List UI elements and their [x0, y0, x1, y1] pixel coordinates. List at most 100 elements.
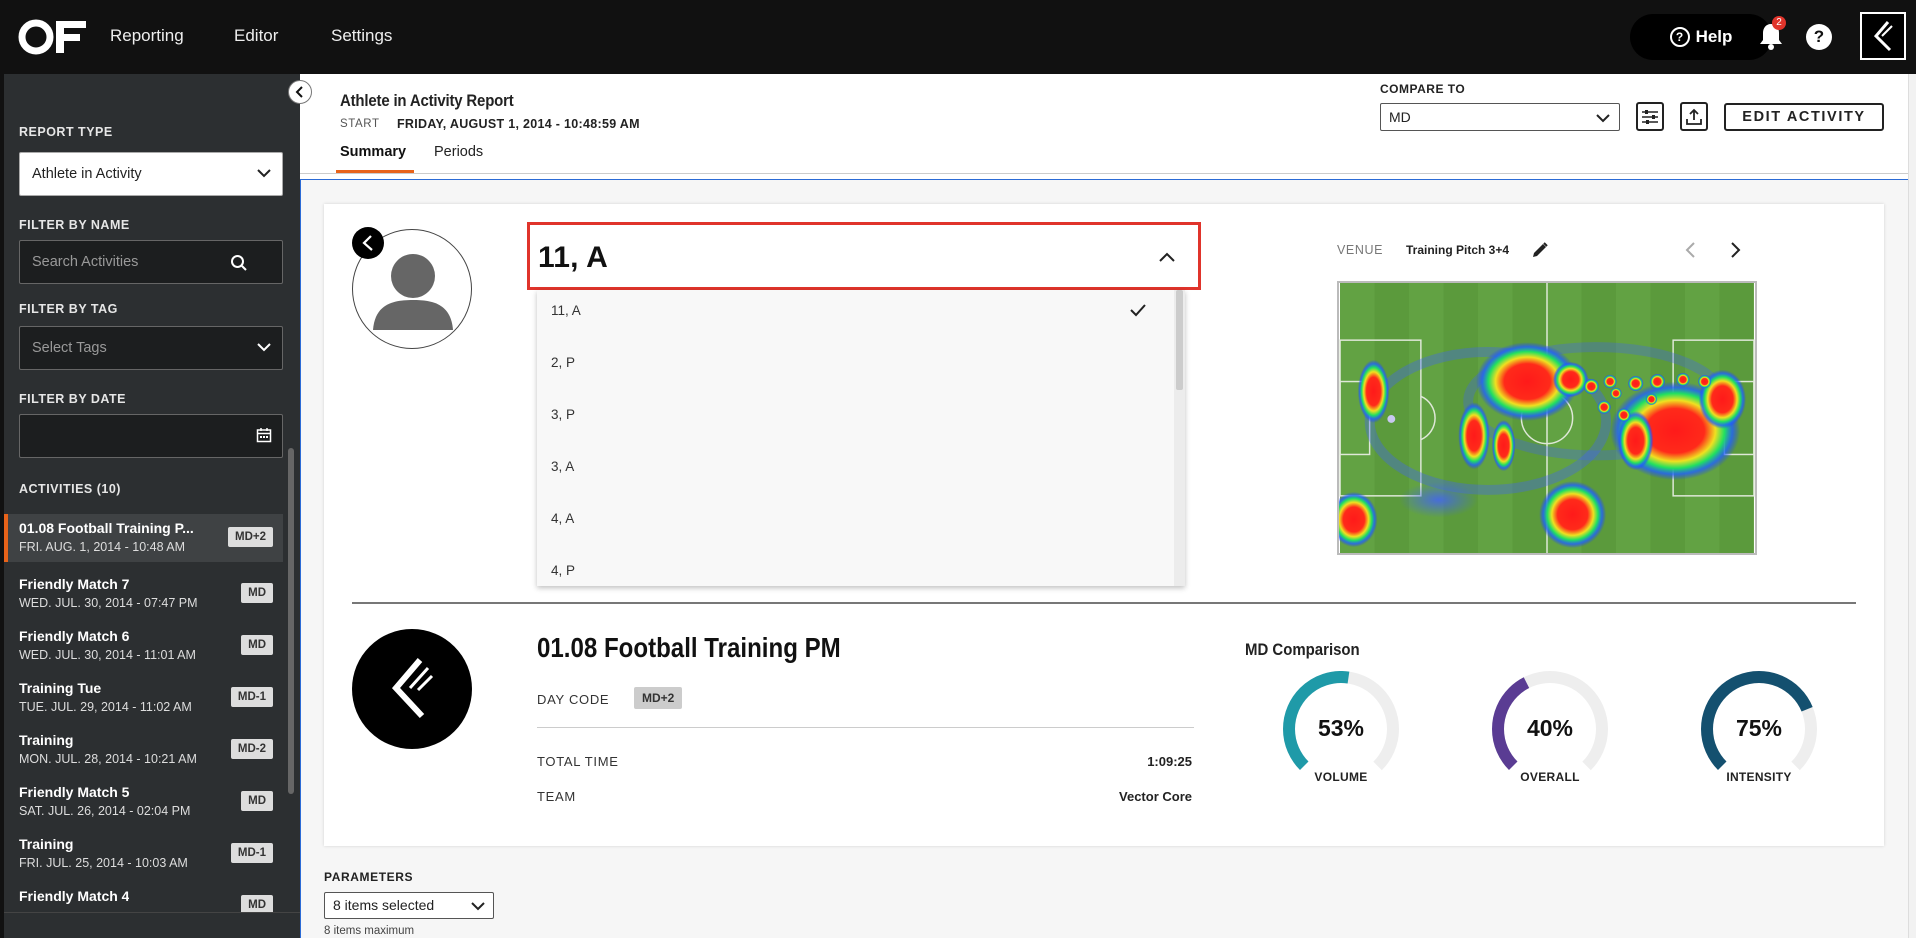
dropdown-scroll-thumb[interactable] [1176, 290, 1183, 390]
calendar-icon[interactable] [256, 427, 272, 443]
export-button[interactable] [1680, 102, 1708, 131]
comparison-title: MD Comparison [1245, 640, 1360, 659]
team-label: TEAM [537, 789, 576, 804]
activity-date: WED. JUL. 30, 2014 - 07:47 PM [19, 596, 198, 610]
activity-title: Friendly Match 5 [19, 784, 130, 800]
activity-item[interactable]: Friendly Match 5 SAT. JUL. 26, 2014 - 02… [4, 778, 283, 826]
help-button[interactable]: ? Help [1630, 14, 1772, 60]
nav-settings[interactable]: Settings [331, 26, 392, 46]
search-placeholder: Search Activities [32, 254, 139, 270]
chevron-down-icon [471, 902, 485, 911]
activity-day-code: MD+2 [228, 527, 273, 547]
activity-date: FRI. AUG. 1, 2014 - 10:48 AM [19, 540, 186, 554]
team-logo-icon [391, 658, 434, 719]
chevron-left-icon[interactable] [1684, 241, 1698, 259]
activity-item[interactable]: Training Tue TUE. JUL. 29, 2014 - 11:02 … [4, 674, 283, 722]
sidebar-footer [4, 912, 300, 938]
heatmap-pitch [1337, 281, 1757, 555]
activity-item[interactable]: Friendly Match 6 WED. JUL. 30, 2014 - 11… [4, 622, 283, 670]
athlete-option[interactable]: 4, A [551, 511, 574, 526]
athlete-option[interactable]: 3, P [551, 407, 575, 422]
header-divider [300, 173, 1908, 174]
start-value: FRIDAY, AUGUST 1, 2014 - 10:48:59 AM [397, 117, 640, 131]
venue-value: Training Pitch 3+4 [1406, 243, 1510, 257]
search-icon[interactable] [230, 254, 248, 272]
athlete-dropdown-list: 11, A 2, P 3, P 3, A 4, A 4, P [537, 290, 1185, 586]
compare-to-value: MD [1389, 109, 1411, 125]
activity-date: FRI. JUL. 25, 2014 - 10:03 AM [19, 856, 188, 870]
athlete-select[interactable]: 11, A [527, 222, 1201, 290]
nav-reporting[interactable]: Reporting [110, 26, 184, 46]
athlete-selected-value: 11, A [538, 241, 608, 274]
filter-settings-button[interactable] [1636, 102, 1664, 131]
activity-item[interactable]: Friendly Match 7 WED. JUL. 30, 2014 - 07… [4, 570, 283, 618]
activity-title: 01.08 Football Training P... [19, 520, 194, 536]
brand-mark-icon [362, 235, 373, 251]
activity-title: Training [19, 732, 74, 748]
parameters-select[interactable]: 8 items selected [324, 892, 494, 919]
brand-menu-button[interactable] [1860, 12, 1906, 60]
activity-item-selected[interactable]: 01.08 Football Training P... FRI. AUG. 1… [4, 514, 283, 562]
sidebar-scrollbar[interactable] [288, 448, 294, 794]
activity-title: Friendly Match 7 [19, 576, 130, 592]
parameters-note: 8 items maximum [324, 925, 415, 937]
dropdown-scrollbar[interactable] [1174, 290, 1185, 586]
info-divider [537, 727, 1194, 728]
edit-activity-button[interactable]: EDIT ACTIVITY [1724, 103, 1884, 131]
app-logo[interactable] [18, 17, 90, 57]
chevron-down-icon [1596, 114, 1610, 123]
gauge-label: OVERALL [1520, 770, 1580, 784]
tags-select[interactable]: Select Tags [19, 326, 283, 370]
chevron-up-icon [1159, 252, 1175, 262]
activity-date: TUE. JUL. 29, 2014 - 11:02 AM [19, 700, 192, 714]
nav-editor[interactable]: Editor [234, 26, 278, 46]
sliders-icon [1642, 109, 1658, 124]
intensity-gauge: 75% INTENSITY [1697, 671, 1821, 787]
activity-day-code: MD [241, 791, 273, 811]
search-activities-input[interactable]: Search Activities [19, 240, 283, 284]
activity-title: Friendly Match 6 [19, 628, 130, 644]
tab-summary[interactable]: Summary [340, 144, 406, 160]
gauge-percent: 40% [1526, 715, 1574, 741]
chevron-right-icon[interactable] [1728, 241, 1742, 259]
pencil-icon[interactable] [1530, 240, 1550, 260]
activity-item[interactable]: Training MON. JUL. 28, 2014 - 10:21 AM M… [4, 726, 283, 774]
volume-gauge: 53% VOLUME [1279, 671, 1403, 787]
athlete-option[interactable]: 11, A [551, 303, 581, 318]
gauge-label: VOLUME [1314, 770, 1368, 784]
report-type-select[interactable]: Athlete in Activity [19, 152, 283, 196]
day-code-label: DAY CODE [537, 692, 610, 707]
activity-date: SAT. JUL. 26, 2014 - 02:04 PM [19, 804, 191, 818]
filter-tag-label: FILTER BY TAG [19, 302, 118, 316]
activity-day-code: MD-1 [230, 687, 273, 707]
athlete-option[interactable]: 2, P [551, 355, 575, 370]
total-time-value: 1:09:25 [1147, 754, 1192, 769]
chevron-down-icon [257, 343, 271, 352]
report-type-value: Athlete in Activity [32, 166, 142, 182]
date-input[interactable] [19, 414, 283, 458]
chevron-left-icon [295, 86, 303, 98]
tags-placeholder: Select Tags [32, 340, 107, 356]
athlete-option[interactable]: 3, A [551, 459, 574, 474]
activity-day-code: MD-2 [230, 739, 273, 759]
parameters-label: PARAMETERS [324, 870, 414, 884]
activity-day-code: MD [241, 583, 273, 603]
help-label: Help [1695, 27, 1733, 46]
compare-to-select[interactable]: MD [1380, 103, 1620, 131]
parameters-value: 8 items selected [333, 897, 435, 913]
page-scrollbar-track[interactable] [1908, 74, 1916, 938]
athlete-brand-badge [352, 227, 384, 259]
tab-periods[interactable]: Periods [434, 144, 483, 160]
activity-title: Friendly Match 4 [19, 888, 130, 904]
collapse-sidebar-button[interactable] [288, 80, 312, 104]
report-type-label: REPORT TYPE [19, 125, 113, 139]
activity-item[interactable]: Training FRI. JUL. 25, 2014 - 10:03 AM M… [4, 830, 283, 878]
day-code-badge: MD+2 [634, 687, 683, 709]
activity-name: 01.08 Football Training PM [537, 632, 841, 663]
activity-date: WED. JUL. 30, 2014 - 11:01 AM [19, 648, 196, 662]
athlete-option[interactable]: 4, P [551, 563, 575, 578]
activity-day-code: MD [241, 635, 273, 655]
chevron-down-icon [257, 169, 271, 178]
help-question-icon[interactable]: ? [1806, 24, 1832, 50]
venue-label: VENUE [1337, 243, 1384, 257]
